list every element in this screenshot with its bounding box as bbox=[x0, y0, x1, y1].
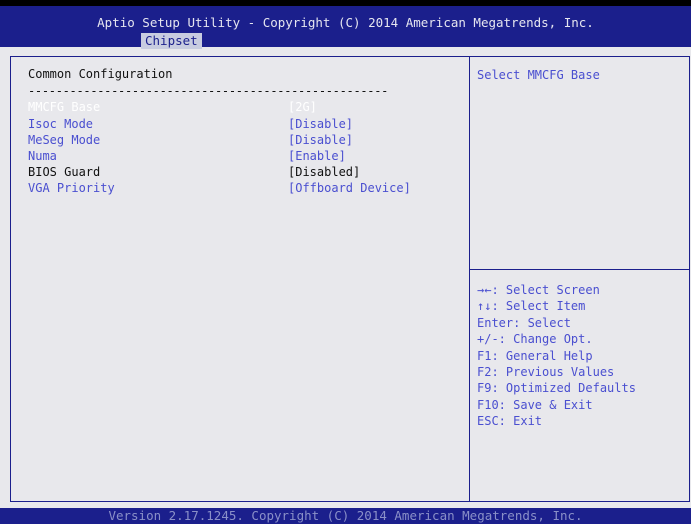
tab-chipset[interactable]: Chipset bbox=[141, 33, 202, 49]
bios-screen: Aptio Setup Utility - Copyright (C) 2014… bbox=[0, 0, 691, 524]
help-description: Select MMCFG Base bbox=[477, 68, 600, 82]
app-title: Aptio Setup Utility - Copyright (C) 2014… bbox=[97, 15, 594, 30]
key-select-item: ↑↓: Select Item bbox=[477, 299, 586, 314]
section-separator: ----------------------------------------… bbox=[28, 84, 389, 98]
setting-value[interactable]: [Enable] bbox=[288, 148, 346, 164]
setting-label: Numa bbox=[28, 149, 57, 163]
setting-bios-guard: BIOS Guard [Disabled] bbox=[28, 164, 458, 180]
setting-value[interactable]: [Disable] bbox=[288, 116, 353, 132]
help-divider bbox=[470, 269, 690, 270]
setting-label: BIOS Guard bbox=[28, 165, 101, 179]
setting-label: Isoc Mode bbox=[28, 117, 94, 131]
footer-version: Version 2.17.1245. Copyright (C) 2014 Am… bbox=[0, 508, 691, 524]
setting-label: MMCFG Base bbox=[28, 100, 101, 114]
setting-numa[interactable]: Numa [Enable] bbox=[28, 148, 458, 164]
key-select-screen: →←: Select Screen bbox=[477, 283, 600, 297]
key-save-exit: F10: Save & Exit bbox=[477, 397, 593, 412]
setting-value[interactable]: [Disable] bbox=[288, 132, 353, 148]
key-optimized-defaults: F9: Optimized Defaults bbox=[477, 381, 636, 396]
key-enter: Enter: Select bbox=[477, 315, 571, 330]
key-legend: →←: Select Screen ↑↓: Select Item Enter:… bbox=[477, 282, 636, 430]
key-general-help: F1: General Help bbox=[477, 348, 593, 363]
header-bar: Aptio Setup Utility - Copyright (C) 2014… bbox=[0, 0, 691, 49]
key-change-opt: +/-: Change Opt. bbox=[477, 332, 593, 347]
setting-label: MeSeg Mode bbox=[28, 133, 101, 147]
setting-meseg-mode[interactable]: MeSeg Mode [Disable] bbox=[28, 132, 458, 148]
panel-divider bbox=[469, 56, 470, 502]
key-previous-values: F2: Previous Values bbox=[477, 364, 615, 379]
setting-value[interactable]: [2G] bbox=[288, 99, 317, 115]
setting-isoc-mode[interactable]: Isoc Mode [Disable] bbox=[28, 116, 458, 132]
setting-vga-priority[interactable]: VGA Priority [Offboard Device] bbox=[28, 180, 458, 196]
setting-label: VGA Priority bbox=[28, 181, 115, 195]
key-esc-exit: ESC: Exit bbox=[477, 414, 543, 429]
setting-mmcfg-base[interactable]: MMCFG Base [2G] bbox=[28, 99, 458, 115]
section-title: Common Configuration bbox=[28, 67, 173, 81]
setting-value[interactable]: [Offboard Device] bbox=[288, 180, 411, 196]
setting-value: [Disabled] bbox=[288, 165, 361, 179]
